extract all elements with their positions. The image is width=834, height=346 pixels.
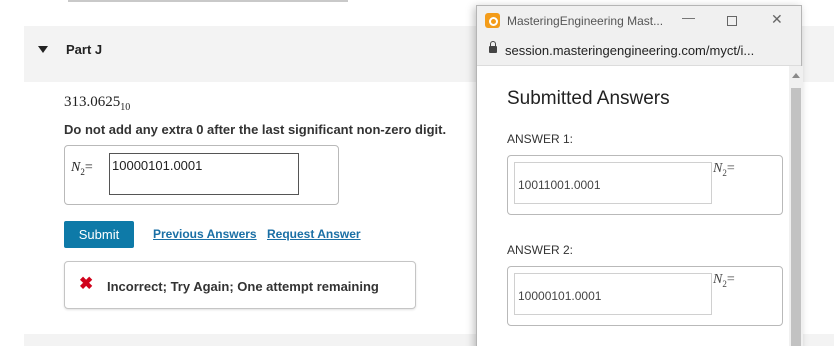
answer-2-label: ANSWER 2: xyxy=(507,243,574,257)
feedback-text: Incorrect; Try Again; One attempt remain… xyxy=(107,279,379,294)
part-title: Part J xyxy=(66,42,103,57)
url-text: session.masteringengineering.com/myct/i.… xyxy=(505,43,755,58)
feedback-box: ✖ Incorrect; Try Again; One attempt rema… xyxy=(64,261,416,309)
url-bar: session.masteringengineering.com/myct/i.… xyxy=(477,36,801,66)
maximize-icon[interactable] xyxy=(727,16,737,26)
answer-2-n2-label: N2= xyxy=(713,272,735,289)
window-titlebar[interactable]: MasteringEngineering Mast... — ✕ xyxy=(477,6,801,36)
answer-1-label: ANSWER 1: xyxy=(507,132,574,146)
mastering-app-icon xyxy=(485,13,500,28)
request-answer-link[interactable]: Request Answer xyxy=(267,227,361,241)
answer-2-box: 10000101.0001 N2= xyxy=(507,266,783,326)
decimal-base: 10 xyxy=(120,102,131,113)
decimal-value: 313.062510 xyxy=(64,94,130,113)
submitted-answers-heading: Submitted Answers xyxy=(507,88,670,109)
scroll-thumb[interactable] xyxy=(791,88,801,346)
answer-input-value[interactable]: 10000101.0001 xyxy=(112,158,202,173)
scrollbar[interactable] xyxy=(789,66,803,346)
answer-box: N2= 10000101.0001 xyxy=(64,145,339,205)
lock-icon xyxy=(489,41,497,53)
minimize-icon[interactable]: — xyxy=(682,11,695,24)
answer-1-n2-label: N2= xyxy=(713,161,735,178)
window-title: MasteringEngineering Mast... xyxy=(507,14,664,28)
previous-answers-link[interactable]: Previous Answers xyxy=(153,227,257,241)
scroll-up-icon[interactable] xyxy=(792,73,800,78)
submit-button[interactable]: Submit xyxy=(64,221,134,248)
answer-1-box: 10011001.0001 N2= xyxy=(507,155,783,215)
submitted-answers-window: MasteringEngineering Mast... — ✕ session… xyxy=(476,5,803,346)
answer-1-value: 10011001.0001 xyxy=(514,162,712,204)
caret-down-icon[interactable] xyxy=(38,46,48,53)
decimal-number: 313.0625 xyxy=(64,94,121,110)
popup-content: Submitted Answers ANSWER 1: 10011001.000… xyxy=(477,66,789,346)
answer-2-value: 10000101.0001 xyxy=(514,273,712,315)
instruction-text: Do not add any extra 0 after the last si… xyxy=(64,122,447,137)
x-mark-icon: ✖ xyxy=(79,274,94,293)
close-icon[interactable]: ✕ xyxy=(771,12,783,26)
n2-label: N2= xyxy=(71,160,93,177)
top-divider xyxy=(68,0,348,2)
